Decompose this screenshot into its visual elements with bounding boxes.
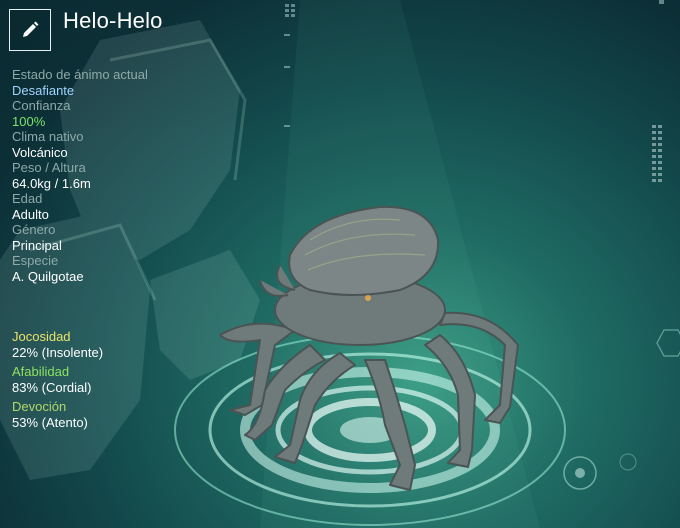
- stat-weight-height: Peso / Altura 64.0kg / 1.6m: [12, 160, 232, 191]
- side-indicator: [652, 125, 662, 182]
- stat-value: 100%: [12, 113, 46, 129]
- stat-label: Género: [12, 222, 56, 237]
- stat-label: Confianza: [12, 98, 71, 113]
- creature-model: [219, 205, 519, 491]
- stat-trust: Confianza 100%: [12, 98, 232, 129]
- stat-value: Principal: [12, 237, 62, 253]
- stat-mood: Estado de ánimo actual Desafiante: [12, 67, 232, 98]
- trait-value-devotion: 53% (Atento): [12, 414, 88, 430]
- stat-label: Clima nativo: [12, 129, 84, 144]
- stat-label: Peso / Altura: [12, 160, 86, 175]
- stats-panel: Estado de ánimo actual Desafiante Confia…: [12, 67, 232, 284]
- creature-name: Helo-Helo: [63, 8, 163, 33]
- stat-value: Volcánico: [12, 144, 68, 160]
- stat-value: Desafiante: [12, 82, 75, 98]
- traits-panel: Jocosidad 22% (Insolente) Afabilidad 83%…: [12, 329, 232, 434]
- edit-name-button[interactable]: [9, 9, 51, 51]
- stat-gender: Género Principal: [12, 222, 232, 253]
- trait-value-kindness: 83% (Cordial): [12, 379, 92, 395]
- trait-label-kindness: Afabilidad: [12, 364, 70, 379]
- stat-value: 64.0kg / 1.6m: [12, 175, 91, 191]
- stat-label: Estado de ánimo actual: [12, 67, 148, 82]
- stat-label: Edad: [12, 191, 43, 206]
- stat-age: Edad Adulto: [12, 191, 232, 222]
- header: Helo-Helo: [9, 8, 163, 51]
- stat-label: Especie: [12, 253, 59, 268]
- pencil-icon: [23, 21, 39, 37]
- trait-value-humor: 22% (Insolente): [12, 344, 104, 360]
- stat-value: Adulto: [12, 206, 49, 222]
- stat-value: A. Quilgotae: [12, 268, 84, 284]
- stat-species: Especie A. Quilgotae: [12, 253, 232, 284]
- stat-climate: Clima nativo Volcánico: [12, 129, 232, 160]
- trait-label-humor: Jocosidad: [12, 329, 71, 344]
- trait-label-devotion: Devoción: [12, 399, 67, 414]
